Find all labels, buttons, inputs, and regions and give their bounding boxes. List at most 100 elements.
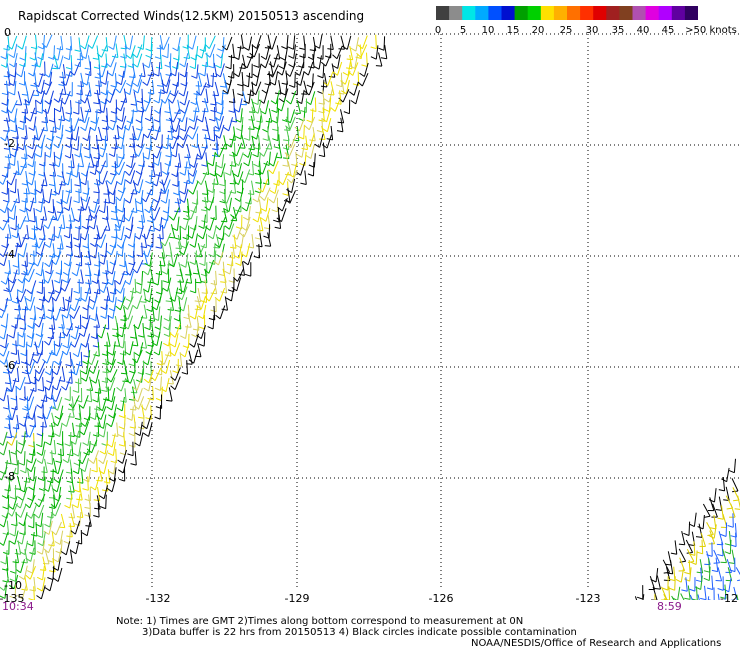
wind-barb bbox=[18, 260, 20, 275]
wind-barb-feather bbox=[48, 292, 55, 295]
wind-barb bbox=[183, 82, 188, 97]
wind-barb bbox=[227, 79, 232, 94]
wind-barb bbox=[28, 89, 35, 104]
wind-barb bbox=[114, 280, 117, 295]
wind-barb-feather bbox=[106, 180, 112, 185]
wind-barb-feather bbox=[254, 147, 261, 150]
wind-barb bbox=[300, 71, 305, 86]
wind-barb-feather bbox=[0, 324, 7, 328]
wind-barb-feather bbox=[12, 343, 19, 347]
wind-barb-feather bbox=[83, 146, 90, 151]
wind-barb-feather bbox=[243, 260, 249, 266]
wind-barb bbox=[384, 44, 388, 59]
wind-barb bbox=[65, 71, 71, 86]
wind-barb-feather bbox=[700, 597, 707, 600]
wind-barb bbox=[59, 115, 63, 130]
wind-barb-feather bbox=[350, 100, 357, 105]
wind-barb-feather bbox=[88, 459, 95, 464]
wind-barb bbox=[23, 115, 26, 130]
wind-barb bbox=[120, 280, 127, 294]
wind-barb-feather bbox=[278, 98, 285, 103]
wind-barb-feather bbox=[317, 75, 324, 79]
wind-barb-feather bbox=[22, 408, 29, 411]
wind-barb-feather bbox=[163, 333, 170, 337]
wind-barb bbox=[71, 441, 74, 456]
wind-barb-feather bbox=[198, 326, 205, 330]
wind-barb-feather bbox=[10, 227, 17, 231]
wind-barb bbox=[715, 557, 719, 572]
wind-barb-feather bbox=[27, 525, 34, 529]
wind-barb bbox=[129, 80, 133, 95]
wind-barb-feather bbox=[252, 218, 259, 223]
wind-barb-feather bbox=[130, 336, 137, 339]
wind-barb bbox=[10, 198, 18, 212]
wind-barb-feather bbox=[695, 579, 702, 583]
wind-barb-feather bbox=[346, 58, 353, 61]
wind-barb-feather bbox=[675, 578, 682, 583]
wind-barb-feather bbox=[243, 153, 249, 158]
wind-barb-feather bbox=[234, 197, 241, 202]
wind-barb-feather bbox=[282, 193, 289, 196]
wind-barb-feather bbox=[210, 309, 217, 313]
wind-barb-feather bbox=[30, 84, 37, 87]
wind-barb bbox=[61, 367, 66, 382]
wind-barb bbox=[230, 161, 233, 176]
wind-barb-feather bbox=[192, 272, 200, 275]
wind-barb-feather bbox=[216, 101, 223, 106]
wind-barb-feather bbox=[189, 290, 196, 294]
wind-barb bbox=[74, 520, 81, 535]
wind-barb-feather bbox=[38, 201, 45, 204]
wind-barb-feather bbox=[77, 281, 84, 284]
wind-barb-feather bbox=[219, 183, 226, 187]
wind-barb-feather bbox=[107, 351, 114, 356]
wind-barb-feather bbox=[210, 109, 217, 113]
wind-barb-feather bbox=[174, 201, 181, 204]
wind-barb-feather bbox=[109, 292, 116, 295]
wind-barb-feather bbox=[158, 92, 165, 94]
wind-barb-feather bbox=[338, 92, 345, 95]
wind-barb bbox=[110, 171, 117, 185]
wind-barb bbox=[362, 35, 368, 49]
wind-barb bbox=[308, 81, 315, 96]
wind-barb-feather bbox=[670, 552, 677, 555]
wind-barb-feather bbox=[210, 292, 217, 295]
wind-barb bbox=[15, 548, 19, 563]
wind-barb-feather bbox=[136, 282, 142, 286]
wind-barb-feather bbox=[116, 407, 123, 412]
wind-barb bbox=[158, 61, 161, 77]
wind-barb-feather bbox=[106, 422, 112, 428]
wind-barb bbox=[42, 269, 46, 284]
wind-barb-feather bbox=[168, 215, 174, 221]
wind-barb bbox=[271, 35, 278, 50]
wind-barb-feather bbox=[26, 289, 32, 295]
wind-barb-feather bbox=[301, 147, 308, 151]
x-axis-label-132: -132 bbox=[145, 592, 171, 605]
wind-barb bbox=[120, 226, 125, 241]
wind-barb-feather bbox=[249, 111, 256, 113]
wind-barb-feather bbox=[80, 126, 86, 132]
wind-barb-feather bbox=[136, 209, 143, 213]
wind-barb-feather bbox=[95, 84, 102, 87]
wind-barb-feather bbox=[248, 119, 255, 121]
wind-barb-feather bbox=[0, 208, 6, 214]
wind-barb-feather bbox=[654, 588, 661, 590]
wind-barb bbox=[219, 234, 225, 248]
wind-barb bbox=[129, 270, 134, 285]
wind-barb-feather bbox=[248, 148, 255, 151]
wind-barb bbox=[717, 567, 723, 582]
wind-barb bbox=[8, 286, 13, 301]
wind-barb-feather bbox=[85, 282, 92, 285]
wind-barb-feather bbox=[82, 245, 89, 249]
wind-barb-feather bbox=[0, 226, 4, 231]
wind-barb-feather bbox=[177, 295, 183, 301]
wind-barb bbox=[649, 576, 656, 590]
wind-barb-feather bbox=[130, 193, 137, 195]
x-axis-label-129: -129 bbox=[284, 592, 310, 605]
wind-barb-feather bbox=[248, 128, 255, 130]
wind-barb bbox=[293, 35, 296, 50]
wind-barb-feather bbox=[283, 157, 290, 160]
wind-barb-feather bbox=[59, 184, 66, 186]
wind-barb bbox=[294, 73, 296, 88]
wind-barb-feather bbox=[271, 209, 278, 213]
wind-barb-feather bbox=[180, 335, 186, 340]
